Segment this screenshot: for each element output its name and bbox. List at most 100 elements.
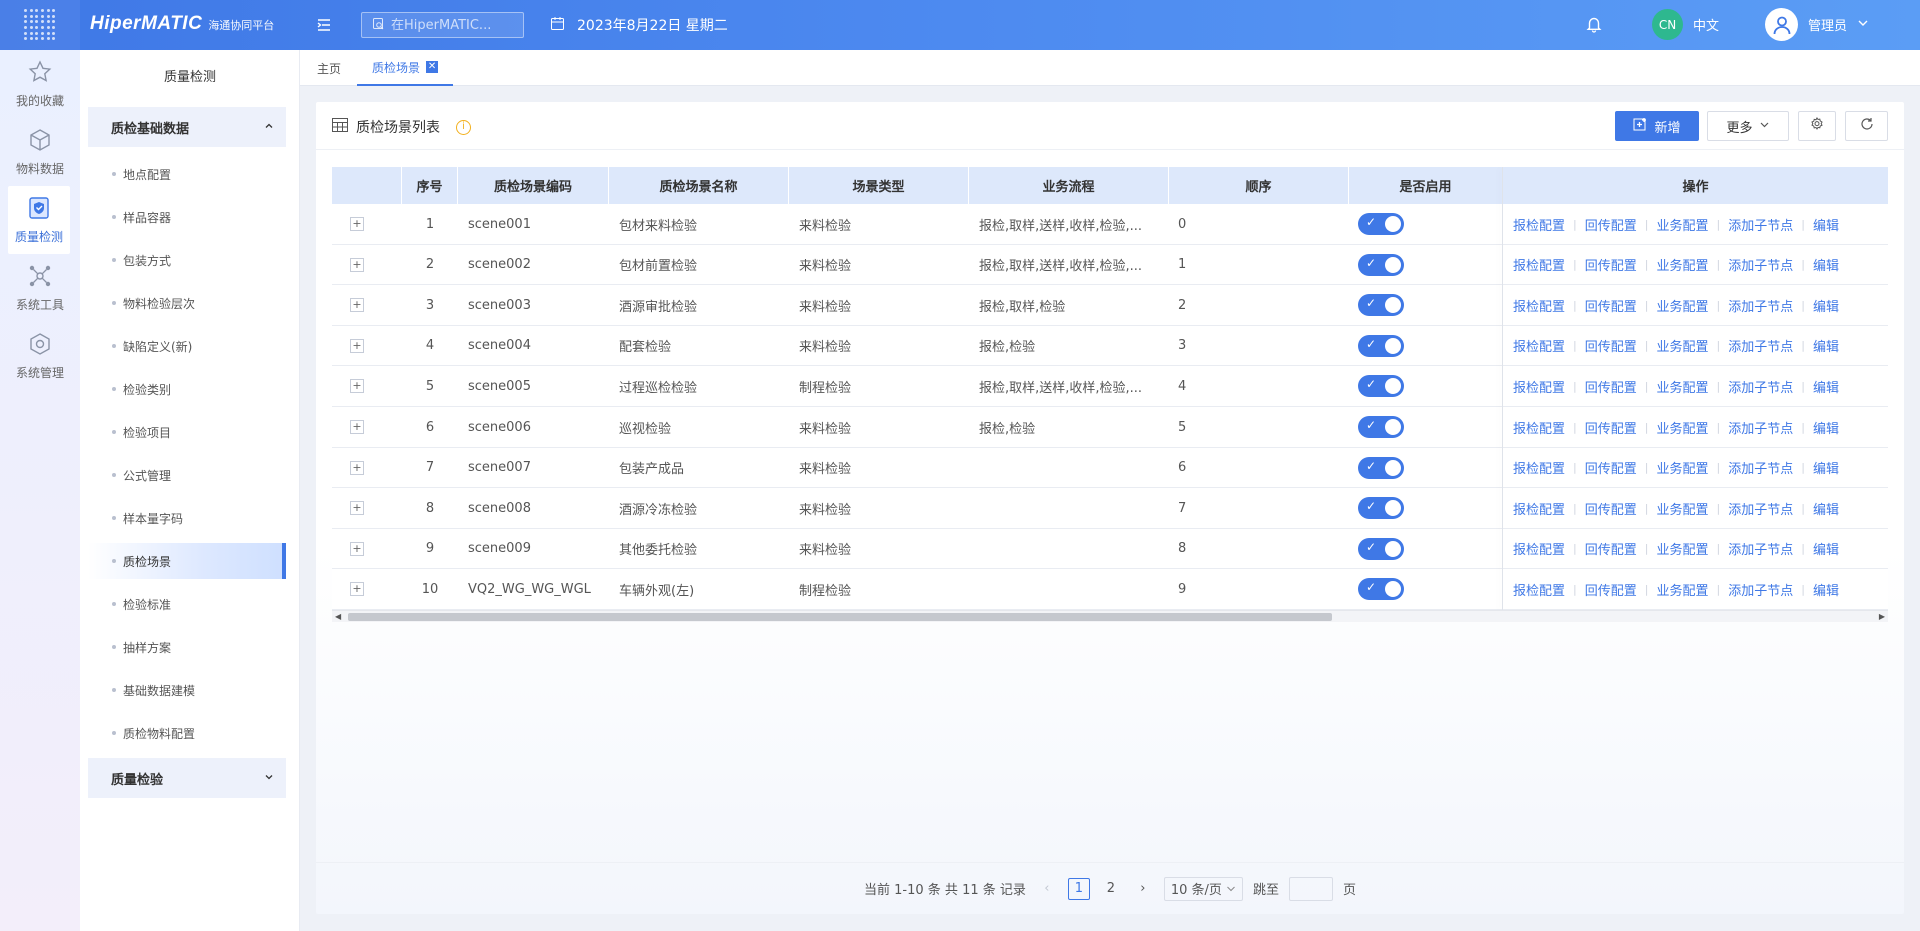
action-link[interactable]: 编辑: [1813, 336, 1839, 355]
action-link[interactable]: 添加子节点: [1728, 255, 1793, 274]
prev-page-icon[interactable]: ‹: [1036, 878, 1058, 900]
enabled-toggle[interactable]: ✓: [1358, 497, 1404, 520]
enabled-toggle[interactable]: ✓: [1358, 253, 1404, 276]
sidebar-item-material-config[interactable]: 质检物料配置: [88, 715, 286, 751]
action-link[interactable]: 回传配置: [1585, 255, 1637, 274]
menu-toggle-icon[interactable]: [314, 15, 334, 35]
action-link[interactable]: 添加子节点: [1728, 458, 1793, 477]
action-link[interactable]: 回传配置: [1585, 296, 1637, 315]
language-switcher[interactable]: CN 中文: [1652, 9, 1719, 40]
action-link[interactable]: 报检配置: [1513, 499, 1565, 518]
jump-input[interactable]: [1288, 876, 1333, 901]
action-link[interactable]: 报检配置: [1513, 336, 1565, 355]
action-link[interactable]: 业务配置: [1656, 296, 1708, 315]
action-link[interactable]: 编辑: [1813, 580, 1839, 599]
action-link[interactable]: 报检配置: [1513, 580, 1565, 599]
action-link[interactable]: 报检配置: [1513, 296, 1565, 315]
expand-row-icon[interactable]: +: [350, 460, 364, 475]
add-button[interactable]: 新增: [1615, 111, 1699, 141]
action-link[interactable]: 业务配置: [1656, 255, 1708, 274]
action-link[interactable]: 回传配置: [1585, 418, 1637, 437]
action-link[interactable]: 编辑: [1813, 499, 1839, 518]
action-link[interactable]: 添加子节点: [1728, 580, 1793, 599]
action-link[interactable]: 编辑: [1813, 377, 1839, 396]
action-link[interactable]: 业务配置: [1656, 336, 1708, 355]
action-link[interactable]: 回传配置: [1585, 377, 1637, 396]
next-page-icon[interactable]: ›: [1132, 878, 1154, 900]
action-link[interactable]: 回传配置: [1585, 499, 1637, 518]
action-link[interactable]: 业务配置: [1656, 539, 1708, 558]
expand-row-icon[interactable]: +: [350, 217, 364, 231]
user-menu[interactable]: 管理员: [1765, 8, 1869, 41]
action-link[interactable]: 业务配置: [1656, 580, 1708, 599]
enabled-toggle[interactable]: ✓: [1358, 375, 1404, 398]
action-link[interactable]: 添加子节点: [1728, 499, 1793, 518]
action-link[interactable]: 回传配置: [1585, 458, 1637, 477]
action-link[interactable]: 报检配置: [1513, 418, 1565, 437]
sidebar-item-sample-code[interactable]: 样本量字码: [88, 500, 286, 536]
action-link[interactable]: 编辑: [1813, 458, 1839, 477]
info-icon[interactable]: i: [456, 119, 471, 135]
enabled-toggle[interactable]: ✓: [1358, 578, 1404, 601]
sidebar-item-formula[interactable]: 公式管理: [88, 457, 286, 493]
expand-row-icon[interactable]: +: [350, 257, 364, 272]
action-link[interactable]: 添加子节点: [1728, 418, 1793, 437]
refresh-button[interactable]: [1845, 111, 1888, 141]
top-search[interactable]: [361, 12, 524, 38]
app-grid-icon[interactable]: [0, 0, 80, 50]
action-link[interactable]: 回传配置: [1585, 336, 1637, 355]
rail-item-favorites[interactable]: 我的收藏: [0, 50, 80, 118]
action-link[interactable]: 报检配置: [1513, 458, 1565, 477]
action-link[interactable]: 添加子节点: [1728, 296, 1793, 315]
sidebar-item-modeling[interactable]: 基础数据建模: [88, 672, 286, 708]
action-link[interactable]: 业务配置: [1656, 418, 1708, 437]
enabled-toggle[interactable]: ✓: [1358, 456, 1404, 479]
close-icon[interactable]: ✕: [426, 61, 439, 73]
action-link[interactable]: 业务配置: [1656, 377, 1708, 396]
sidebar-group-quality-inspection[interactable]: 质量检验: [88, 758, 286, 798]
notification-bell-icon[interactable]: [1585, 15, 1603, 37]
page-2[interactable]: 2: [1100, 878, 1122, 900]
enabled-toggle[interactable]: ✓: [1358, 213, 1404, 235]
action-link[interactable]: 编辑: [1813, 418, 1839, 437]
expand-row-icon[interactable]: +: [350, 420, 364, 434]
rail-item-system[interactable]: 系统管理: [0, 322, 80, 390]
rail-item-material[interactable]: 物料数据: [0, 118, 80, 186]
page-1[interactable]: 1: [1067, 877, 1090, 900]
expand-row-icon[interactable]: +: [350, 379, 364, 394]
sidebar-item-standard[interactable]: 检验标准: [88, 586, 286, 622]
action-link[interactable]: 报检配置: [1513, 539, 1565, 558]
expand-row-icon[interactable]: +: [350, 582, 364, 597]
sidebar-item-packaging[interactable]: 包装方式: [88, 242, 286, 278]
tab-scene[interactable]: 质检场景 ✕: [357, 50, 454, 86]
action-link[interactable]: 回传配置: [1585, 215, 1637, 234]
sidebar-item-scene[interactable]: 质检场景: [88, 543, 286, 579]
sidebar-item-container[interactable]: 样品容器: [88, 199, 286, 235]
enabled-toggle[interactable]: ✓: [1358, 416, 1404, 438]
horizontal-scrollbar[interactable]: ◀ ▶: [332, 610, 1888, 622]
scroll-right-arrow-icon[interactable]: ▶: [1879, 611, 1885, 623]
sidebar-group-basic-data[interactable]: 质检基础数据: [88, 107, 286, 147]
page-size-select[interactable]: 10 条/页: [1163, 876, 1243, 901]
action-link[interactable]: 添加子节点: [1728, 377, 1793, 396]
enabled-toggle[interactable]: ✓: [1358, 537, 1404, 560]
action-link[interactable]: 报检配置: [1513, 255, 1565, 274]
action-link[interactable]: 回传配置: [1585, 580, 1637, 599]
action-link[interactable]: 业务配置: [1656, 215, 1708, 234]
more-button[interactable]: 更多: [1707, 111, 1789, 141]
expand-row-icon[interactable]: +: [350, 338, 364, 353]
action-link[interactable]: 添加子节点: [1728, 215, 1793, 234]
tab-home[interactable]: 主页: [317, 50, 341, 86]
sidebar-item-category[interactable]: 检验类别: [88, 371, 286, 407]
action-link[interactable]: 编辑: [1813, 255, 1839, 274]
rail-item-quality[interactable]: 质量检测: [8, 186, 70, 254]
action-link[interactable]: 业务配置: [1656, 458, 1708, 477]
sidebar-item-sampling[interactable]: 抽样方案: [88, 629, 286, 665]
scrollbar-thumb[interactable]: [348, 613, 1332, 621]
action-link[interactable]: 添加子节点: [1728, 336, 1793, 355]
sidebar-item-inspection-level[interactable]: 物料检验层次: [88, 285, 286, 321]
action-link[interactable]: 编辑: [1813, 539, 1839, 558]
action-link[interactable]: 业务配置: [1656, 499, 1708, 518]
sidebar-item-location[interactable]: 地点配置: [88, 156, 286, 192]
expand-row-icon[interactable]: +: [350, 541, 364, 556]
